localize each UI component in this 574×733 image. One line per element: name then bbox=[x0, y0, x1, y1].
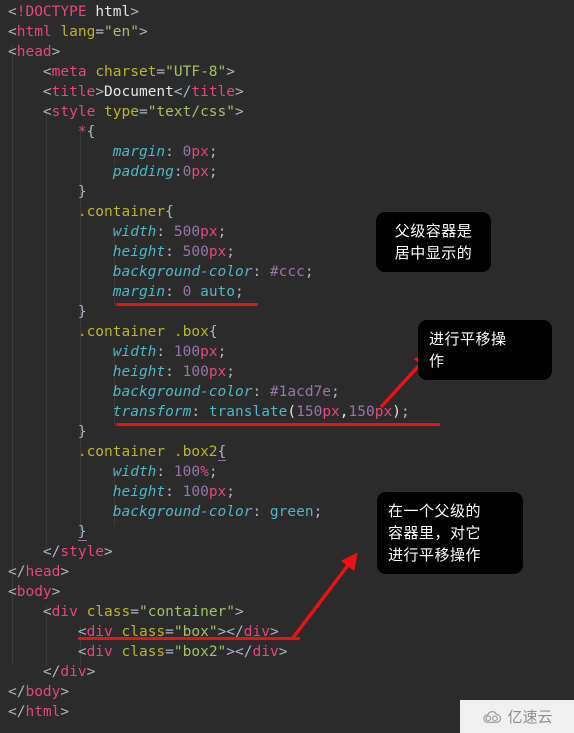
code-line: <title>Document</title> bbox=[42, 84, 244, 100]
callout-line: 居中显示的 bbox=[394, 244, 473, 262]
code-line: .container .box2{ bbox=[77, 444, 227, 461]
code-line: <head> bbox=[8, 44, 61, 60]
code-line: } bbox=[77, 304, 87, 320]
code-line: </div> bbox=[42, 664, 96, 680]
code-line: background-color: #1acd7e; bbox=[112, 384, 340, 400]
code-line: padding:0px; bbox=[112, 164, 218, 180]
code-line: <div class="box2"></div> bbox=[77, 644, 288, 660]
callout-line: 父级容器是 bbox=[394, 222, 473, 240]
code-line: } bbox=[77, 184, 87, 200]
callout-line: 作 bbox=[429, 352, 445, 370]
box-div-underline bbox=[78, 637, 300, 640]
callout-line: 进行平移操 bbox=[429, 330, 507, 348]
code-line: <!DOCTYPE html> bbox=[8, 4, 139, 20]
code-line: width: 100%; bbox=[112, 464, 218, 480]
callout-line: 进行平移操作 bbox=[388, 546, 482, 564]
code-line: </body> bbox=[8, 684, 70, 700]
cloud-icon bbox=[483, 711, 502, 723]
callout-line: 在一个父级的 bbox=[388, 502, 482, 520]
transform-translate-underline bbox=[116, 423, 440, 426]
callout-line: 容器里，对它 bbox=[388, 524, 482, 542]
code-line: <meta charset="UTF-8"> bbox=[42, 64, 235, 80]
code-line: transform: translate(150px,150px); bbox=[112, 404, 410, 420]
code-line: <html lang="en"> bbox=[8, 24, 148, 40]
code-line: *{ bbox=[77, 124, 96, 140]
code-line: <style type="text/css"> bbox=[42, 104, 244, 120]
margin-auto-underline bbox=[116, 303, 258, 306]
code-line: margin: 0px; bbox=[112, 144, 218, 160]
callout-perform-translate: 进行平移操 作 bbox=[418, 320, 552, 380]
code-line: margin: 0 auto; bbox=[112, 284, 244, 300]
arrow-to-parent-callout bbox=[290, 552, 358, 641]
watermark: 亿速云 bbox=[460, 700, 574, 733]
watermark-text: 亿速云 bbox=[507, 708, 553, 726]
callout-parent-container-centered: 父级容器是 居中显示的 bbox=[376, 212, 491, 272]
callout-translate-inside-parent: 在一个父级的 容器里，对它 进行平移操作 bbox=[377, 492, 523, 574]
